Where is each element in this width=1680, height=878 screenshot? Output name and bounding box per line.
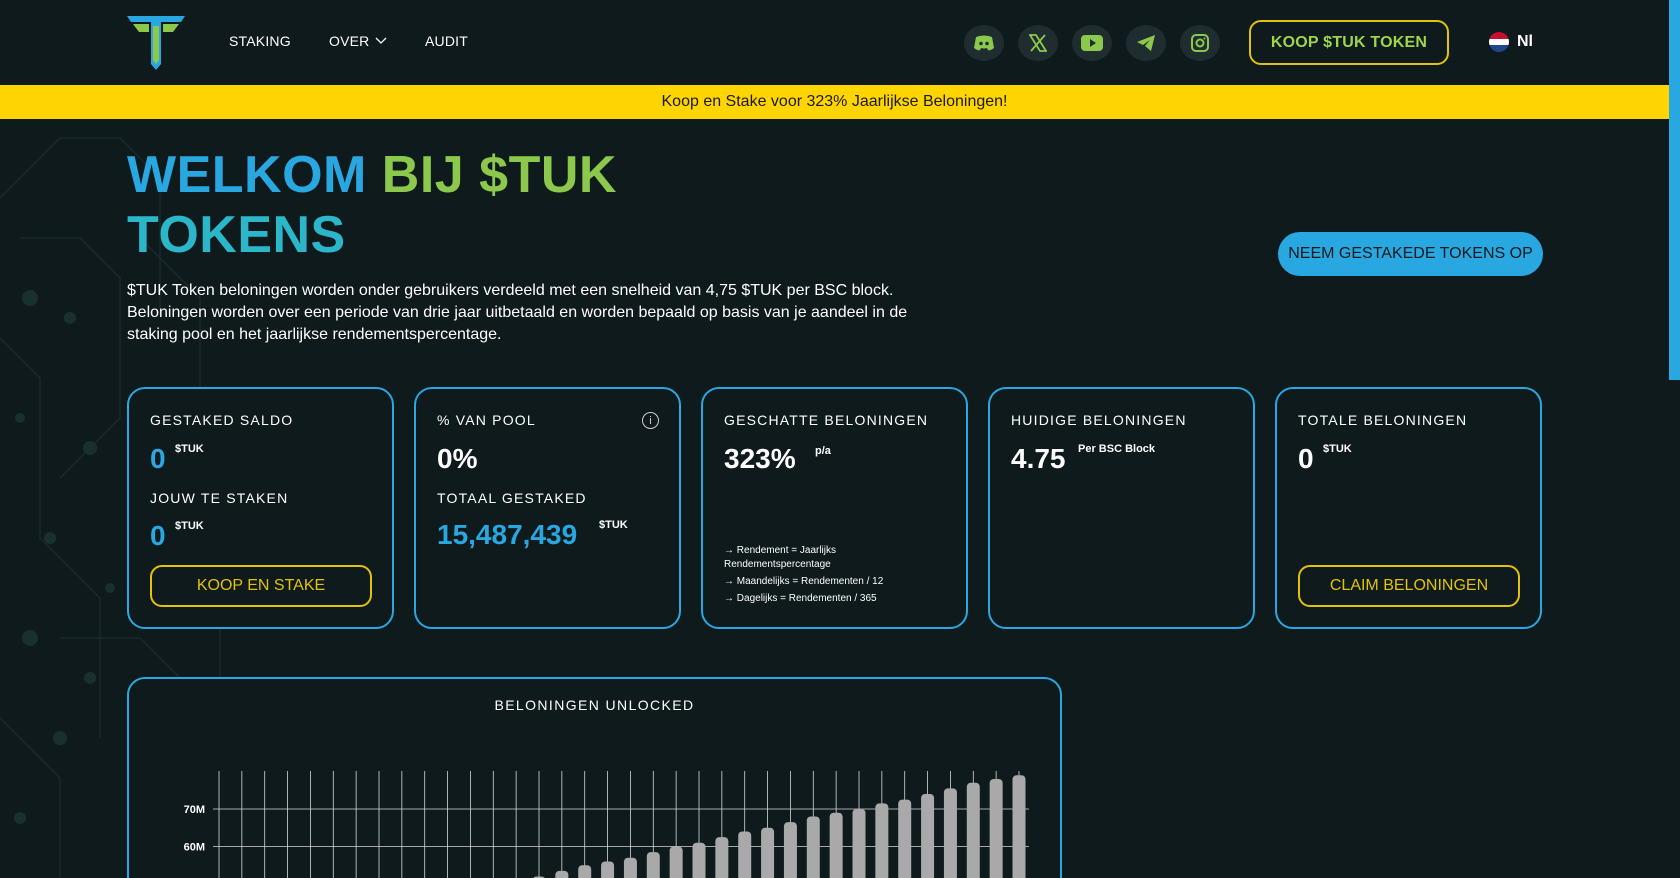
chart-bar[interactable] <box>738 831 752 878</box>
scrollbar-thumb[interactable] <box>1669 0 1680 380</box>
estimated-rewards-unit: p/a <box>815 445 831 457</box>
staked-balance-value: 0 <box>150 443 166 474</box>
total-rewards-card: TOTALE BELONINGEN 0 $TUK CLAIM BELONINGE… <box>1275 387 1542 629</box>
arrow-right-icon: → <box>724 576 737 587</box>
x-icon[interactable] <box>1018 25 1058 61</box>
current-rewards-card: HUIDIGE BELONINGEN 4.75 Per BSC Block <box>988 387 1255 629</box>
buy-and-stake-button[interactable]: KOOP EN STAKE <box>150 565 372 607</box>
nav-over-dropdown[interactable]: OVER <box>329 33 387 49</box>
pool-share-card: % VAN POOL i 0% TOTAAL GESTAKED 15,487,4… <box>414 387 681 629</box>
page-scrollbar[interactable] <box>1669 0 1680 878</box>
total-rewards-value: 0 <box>1298 443 1314 474</box>
language-selector[interactable]: Nl <box>1489 32 1533 52</box>
chart-bar[interactable] <box>578 865 592 878</box>
nav-over-label: OVER <box>329 33 370 49</box>
estimated-rewards-value: 323% <box>724 443 796 474</box>
chart-bar[interactable] <box>989 779 1003 878</box>
page-title: WELKOM BIJ $TUK TOKENS <box>127 145 617 265</box>
chart-bar[interactable] <box>623 857 637 878</box>
chart-bar[interactable] <box>601 861 615 878</box>
chevron-down-icon <box>376 37 387 44</box>
staked-balance-card: GESTAKED SALDO 0 $TUK JOUW TE STAKEN 0 $… <box>127 387 394 629</box>
hero-description: $TUK Token beloningen worden onder gebru… <box>127 282 908 343</box>
chart-bar[interactable] <box>966 782 980 878</box>
chart-bar[interactable] <box>669 846 683 878</box>
chart-bar[interactable] <box>806 816 820 878</box>
total-staked-value: 15,487,439 <box>437 519 578 550</box>
arrow-right-icon: → <box>724 593 737 604</box>
withdraw-staked-tokens-button[interactable]: NEEM GESTAKEDE TOKENS OP <box>1278 232 1543 276</box>
tuk-logo[interactable] <box>125 14 187 70</box>
total-rewards-unit: $TUK <box>1323 443 1352 455</box>
staked-balance-label: GESTAKED SALDO <box>150 412 294 428</box>
reward-note-daily: → Dagelijks = Rendementen / 365 <box>724 593 877 604</box>
youtube-icon[interactable] <box>1072 25 1112 61</box>
y-tick-label: 70M <box>184 804 205 816</box>
current-rewards-label: HUIDIGE BELONINGEN <box>1011 412 1187 428</box>
pool-share-value: 0% <box>437 443 478 474</box>
to-stake-label: JOUW TE STAKEN <box>150 490 289 506</box>
title-part2: BIJ $TUK <box>381 146 617 204</box>
nav-staking[interactable]: STAKING <box>229 33 291 49</box>
top-navigation-bar: STAKING OVER AUDIT KOOP $TUK TOKEN Nl <box>0 0 1669 85</box>
to-stake-unit: $TUK <box>175 520 204 532</box>
buy-token-button[interactable]: KOOP $TUK TOKEN <box>1249 20 1449 65</box>
info-icon[interactable]: i <box>642 412 659 429</box>
telegram-icon[interactable] <box>1126 25 1166 61</box>
chart-bar[interactable] <box>555 870 569 878</box>
total-rewards-label: TOTALE BELONINGEN <box>1298 412 1468 428</box>
claim-rewards-button[interactable]: CLAIM BELONINGEN <box>1298 565 1520 607</box>
language-label: Nl <box>1517 33 1533 50</box>
y-tick-label: 60M <box>184 842 205 854</box>
instagram-icon[interactable] <box>1180 25 1220 61</box>
estimated-rewards-card: GESCHATTE BELONINGEN 323% p/a → Rendemen… <box>701 387 968 629</box>
chart-bar[interactable] <box>898 799 912 878</box>
chart-bar[interactable] <box>715 837 729 878</box>
chart-bar[interactable] <box>761 827 775 878</box>
reward-note-monthly: → Maandelijks = Rendementen / 12 <box>724 576 884 587</box>
pool-share-label: % VAN POOL <box>437 412 536 428</box>
reward-note-yield: → Rendement = Jaarlijks Rendementspercen… <box>724 545 836 570</box>
promo-banner: Koop en Stake voor 323% Jaarlijkse Belon… <box>0 85 1669 119</box>
chart-bar[interactable] <box>852 809 866 878</box>
discord-icon[interactable] <box>964 25 1004 61</box>
arrow-right-icon: → <box>724 545 737 556</box>
staked-balance-unit: $TUK <box>175 443 204 455</box>
chart-bar[interactable] <box>943 788 957 878</box>
current-rewards-value: 4.75 <box>1011 443 1066 474</box>
chart-bar[interactable] <box>646 852 660 878</box>
to-stake-value: 0 <box>150 520 166 551</box>
title-part1: WELKOM <box>127 146 367 204</box>
chart-bar[interactable] <box>692 842 706 878</box>
title-line2: TOKENS <box>127 206 346 264</box>
total-staked-unit: $TUK <box>599 519 628 531</box>
estimated-rewards-label: GESCHATTE BELONINGEN <box>724 412 929 428</box>
netherlands-flag-icon <box>1489 32 1509 52</box>
chart-bar[interactable] <box>921 794 935 878</box>
nav-audit[interactable]: AUDIT <box>425 33 468 49</box>
chart-bar[interactable] <box>875 803 889 878</box>
chart-bar[interactable] <box>783 822 797 878</box>
chart-bar[interactable] <box>1012 775 1026 878</box>
reward-notes: → Rendement = Jaarlijks Rendementspercen… <box>724 544 924 609</box>
rewards-unlocked-chart-card: BELONINGEN UNLOCKED 70M 60M <box>127 677 1062 878</box>
rewards-unlocked-chart: 70M 60M <box>184 771 1029 878</box>
current-rewards-unit: Per BSC Block <box>1078 443 1156 455</box>
total-staked-label: TOTAAL GESTAKED <box>437 490 587 506</box>
chart-bar[interactable] <box>829 812 843 878</box>
